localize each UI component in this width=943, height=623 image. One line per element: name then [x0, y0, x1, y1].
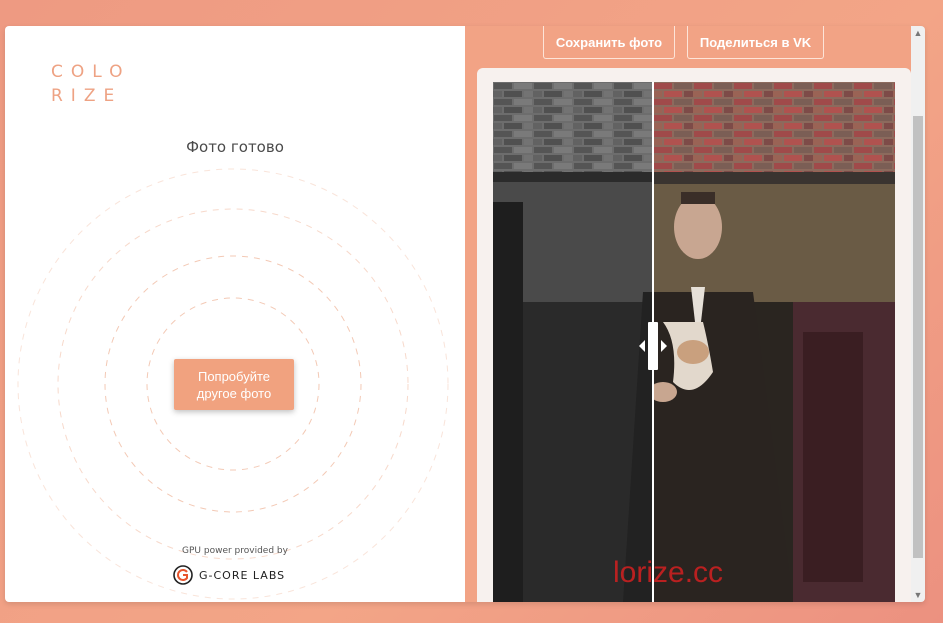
try-another-photo-button[interactable]: Попробуйте другое фото: [174, 359, 294, 410]
vertical-scrollbar[interactable]: ▲ ▼: [911, 26, 925, 602]
gcore-labs-logo[interactable]: G-CORE LABS: [173, 564, 285, 586]
scroll-down-icon[interactable]: ▼: [911, 588, 925, 602]
photo-comparison[interactable]: lorize.cc: [493, 82, 895, 602]
decorative-rings: [17, 168, 449, 600]
left-panel: COLO RIZE Фото готово Попробуйте другое …: [5, 26, 465, 602]
share-vk-button[interactable]: Поделиться в VK: [687, 26, 824, 59]
gcore-icon: [173, 565, 193, 585]
sponsor-name: G-CORE LABS: [199, 568, 286, 582]
scroll-up-icon[interactable]: ▲: [911, 26, 925, 40]
try-button-line-2: другое фото: [196, 385, 272, 401]
gpu-credit-text: GPU power provided by: [182, 546, 288, 556]
comparison-image: lorize.cc: [493, 82, 895, 602]
save-photo-button[interactable]: Сохранить фото: [543, 26, 675, 59]
app-window: COLO RIZE Фото готово Попробуйте другое …: [5, 26, 925, 602]
watermark-text: lorize.cc: [613, 556, 723, 589]
right-panel: Сохранить фото Поделиться в VK lorize.cc: [465, 26, 911, 602]
try-button-line-1: Попробуйте: [197, 368, 271, 384]
scrollbar-thumb[interactable]: [913, 116, 923, 558]
